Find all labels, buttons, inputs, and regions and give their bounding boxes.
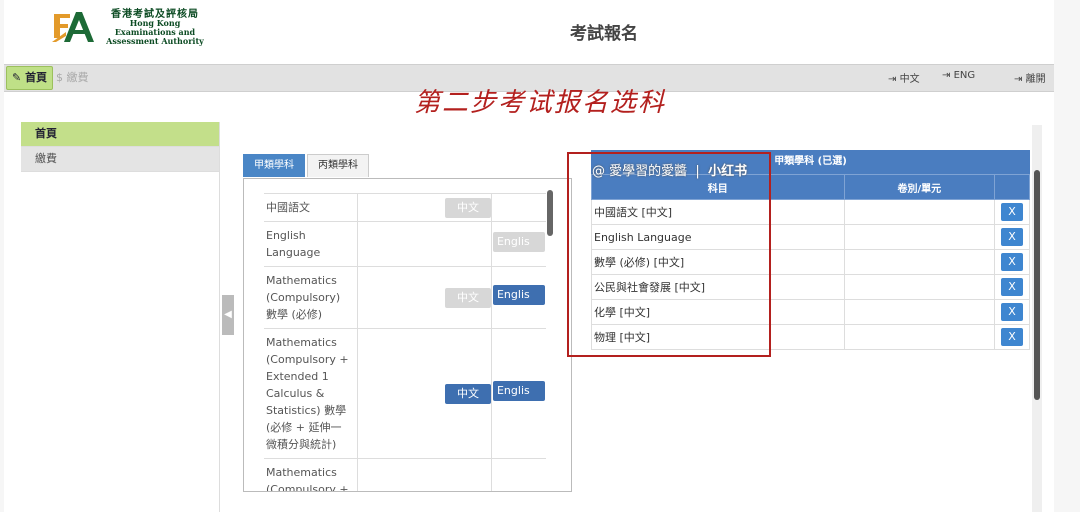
remove-cell: X bbox=[994, 224, 1030, 250]
subject-cn-cell bbox=[357, 458, 492, 491]
page-title: 考試報名 bbox=[570, 24, 638, 44]
subject-en-cell bbox=[490, 458, 546, 491]
table-row: English Language Englis bbox=[264, 221, 546, 267]
table-row: 中國語文 中文 bbox=[264, 193, 546, 222]
subject-category-tabs: 甲類學科 丙類學科 bbox=[243, 154, 371, 178]
column-header-action bbox=[994, 174, 1030, 200]
sidebar-item-payment[interactable]: 繳費 bbox=[21, 147, 219, 172]
selected-subject-paper bbox=[843, 274, 996, 300]
home-button[interactable]: ✎ 首頁 bbox=[6, 66, 54, 90]
column-header-paper: 卷別/單元 bbox=[843, 174, 996, 200]
lang-zh-label: 中文 bbox=[899, 74, 920, 85]
choose-chinese-button[interactable]: 中文 bbox=[444, 287, 491, 308]
logo-text-en-3: Assessment Authority bbox=[106, 36, 204, 46]
table-row: Mathematics (Compulsory + E bbox=[264, 458, 546, 491]
tab-category-c[interactable]: 丙類學科 bbox=[307, 154, 369, 177]
tab-category-a[interactable]: 甲類學科 bbox=[243, 154, 305, 177]
lang-en-link[interactable]: ⇥ ENG bbox=[942, 70, 975, 81]
lang-en-label: ENG bbox=[953, 70, 976, 81]
login-arrow-icon: ⇥ bbox=[942, 70, 951, 81]
subject-en-cell: Englis bbox=[490, 266, 546, 329]
selected-subject-paper bbox=[843, 324, 996, 350]
subject-name: Mathematics (Compulsory) 數學 (必修) bbox=[264, 266, 358, 329]
subject-name: Mathematics (Compulsory + E bbox=[264, 458, 358, 491]
selected-subject-paper bbox=[843, 199, 996, 225]
selected-subject-paper bbox=[843, 299, 996, 325]
remove-subject-button[interactable]: X bbox=[1001, 328, 1024, 346]
choose-english-button[interactable]: Englis bbox=[492, 381, 545, 401]
subject-table: 中國語文 中文 English Language Englis Mathemat… bbox=[264, 193, 546, 491]
remove-subject-button[interactable]: X bbox=[1001, 203, 1024, 221]
subject-cn-cell: 中文 bbox=[357, 193, 492, 222]
choose-chinese-button[interactable]: 中文 bbox=[444, 197, 491, 218]
subject-en-cell: Englis bbox=[490, 221, 546, 267]
page-scrollbar[interactable] bbox=[1034, 170, 1040, 400]
remove-subject-button[interactable]: X bbox=[1001, 278, 1024, 296]
remove-cell: X bbox=[994, 274, 1030, 300]
remove-cell: X bbox=[994, 299, 1030, 325]
subject-cn-cell: 中文 bbox=[357, 328, 492, 459]
header: 香港考試及評核局 Hong Kong Examinations and Asse… bbox=[4, 0, 1054, 63]
sidebar-item-home[interactable]: 首頁 bbox=[21, 122, 219, 147]
subject-list-scrollbar[interactable] bbox=[547, 190, 553, 236]
remove-cell: X bbox=[994, 324, 1030, 350]
table-row: Mathematics (Compulsory + Extended 1 Cal… bbox=[264, 328, 546, 459]
subject-en-cell bbox=[490, 193, 546, 222]
sidebar: 首頁 繳費 bbox=[21, 122, 220, 512]
subject-list-panel: 中國語文 中文 English Language Englis Mathemat… bbox=[243, 178, 572, 492]
choose-english-button[interactable]: Englis bbox=[492, 285, 545, 305]
step-annotation: 第二步考试报名选科 bbox=[414, 88, 667, 118]
remove-subject-button[interactable]: X bbox=[1001, 253, 1024, 271]
subject-en-cell: Englis bbox=[490, 328, 546, 459]
dollar-icon: $ bbox=[56, 71, 63, 84]
lang-zh-link[interactable]: ⇥ 中文 bbox=[888, 70, 920, 85]
subject-name: Mathematics (Compulsory + Extended 1 Cal… bbox=[264, 328, 358, 459]
logout-label: 離開 bbox=[1025, 74, 1046, 85]
home-button-label: 首頁 bbox=[25, 71, 48, 84]
logo-text: 香港考試及評核局 Hong Kong Examinations and Asse… bbox=[100, 10, 210, 46]
pay-link[interactable]: $ 繳費 bbox=[56, 69, 89, 87]
remove-cell: X bbox=[994, 199, 1030, 225]
subject-cn-cell: 中文 bbox=[357, 266, 492, 329]
annotation-highlight-box bbox=[567, 152, 771, 357]
page: 香港考試及評核局 Hong Kong Examinations and Asse… bbox=[4, 0, 1054, 512]
remove-subject-button[interactable]: X bbox=[1001, 228, 1024, 246]
edit-icon: ✎ bbox=[12, 71, 22, 84]
sidebar-collapse-handle[interactable]: ◀ bbox=[222, 295, 234, 335]
hkeaa-logo[interactable]: 香港考試及評核局 Hong Kong Examinations and Asse… bbox=[50, 8, 210, 50]
choose-english-button[interactable]: Englis bbox=[492, 231, 545, 252]
logout-arrow-icon: ⇥ bbox=[1014, 74, 1023, 85]
choose-chinese-button[interactable]: 中文 bbox=[444, 383, 491, 404]
subject-name: 中國語文 bbox=[264, 193, 358, 222]
subject-name: English Language bbox=[264, 221, 358, 267]
remove-subject-button[interactable]: X bbox=[1001, 303, 1024, 321]
hkeaa-logo-icon bbox=[52, 12, 94, 42]
table-row: Mathematics (Compulsory) 數學 (必修) 中文 Engl… bbox=[264, 266, 546, 329]
chevron-left-icon: ◀ bbox=[224, 309, 232, 320]
selected-subject-paper bbox=[843, 249, 996, 275]
selected-subject-paper bbox=[843, 224, 996, 250]
subject-cn-cell bbox=[357, 221, 492, 267]
remove-cell: X bbox=[994, 249, 1030, 275]
logout-link[interactable]: ⇥ 離開 bbox=[1014, 70, 1046, 85]
login-arrow-icon: ⇥ bbox=[888, 74, 897, 85]
pay-link-label: 繳費 bbox=[66, 71, 89, 84]
